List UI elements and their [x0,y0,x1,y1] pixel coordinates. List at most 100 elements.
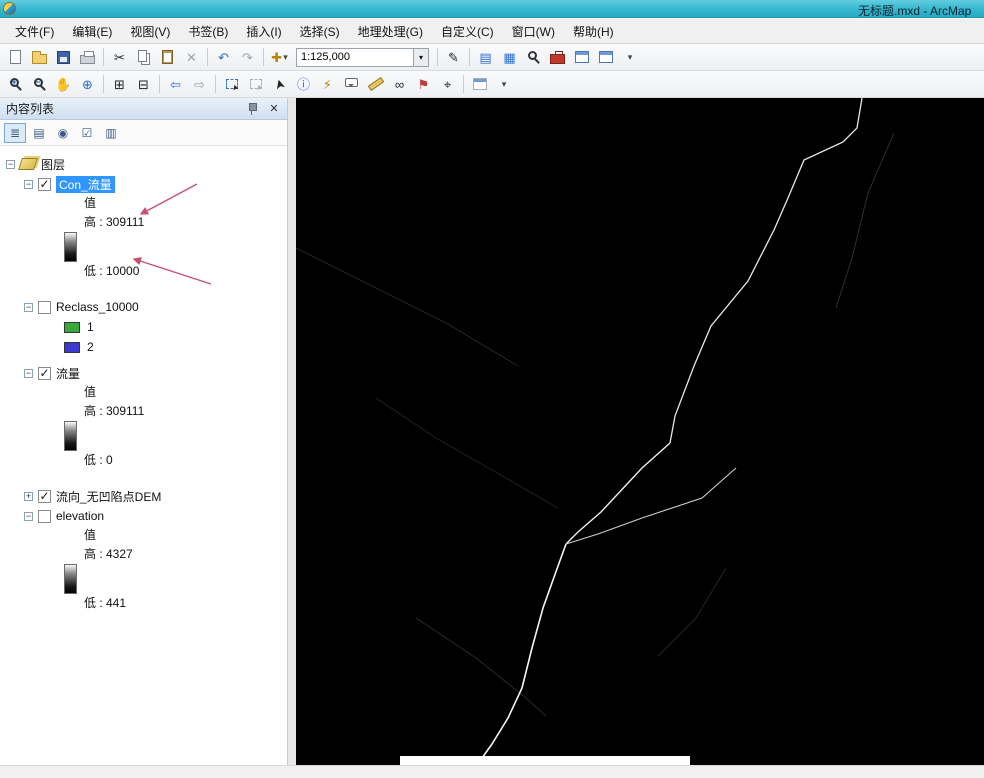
map-scale-dropdown-button[interactable]: ▾ [414,47,429,67]
print-icon [80,50,95,64]
menu-insert[interactable]: 插入(I) [237,19,290,44]
undo-button[interactable]: ↶ [212,46,235,68]
python-window-button[interactable] [570,46,593,68]
layer-item-elevation[interactable]: − elevation [24,506,287,526]
menu-view[interactable]: 视图(V) [121,19,179,44]
arctoolbox-icon [550,50,565,64]
save-button[interactable] [52,46,75,68]
layer-checkbox[interactable] [38,300,51,314]
delete-button[interactable]: ✕ [180,46,203,68]
new-document-button[interactable] [4,46,27,68]
panel-splitter[interactable] [288,98,296,765]
toc-panel-title: 内容列表 [6,102,55,116]
table-of-contents-button[interactable]: ▤ [474,46,497,68]
map-canvas[interactable] [296,98,984,765]
layer-item-con[interactable]: − ✓ Con_流量 [24,174,287,194]
layer-name-con[interactable]: Con_流量 [56,175,115,193]
go-forward-extent-button[interactable]: ⇨ [188,73,211,95]
menu-help[interactable]: 帮助(H) [564,19,623,44]
forward-arrow-icon: ⇨ [194,76,205,92]
collapse-toggle-icon[interactable]: − [24,511,33,521]
status-bar [0,765,984,778]
go-back-extent-button[interactable]: ⇦ [164,73,187,95]
layer-item-flowdir[interactable]: + ✓ 流向_无凹陷点DEM [24,486,287,506]
collapse-toggle-icon[interactable]: − [24,368,33,378]
editor-toolbar-button[interactable]: ✎ [442,46,465,68]
toc-options-button[interactable]: ▥ [100,123,122,143]
layer-item-flow[interactable]: − ✓ 流量 [24,363,287,383]
add-data-button[interactable]: ✚ ▾ [268,46,291,68]
fixed-zoom-in-button[interactable]: ⊞ [108,73,131,95]
menu-bar: 文件(F) 编辑(E) 视图(V) 书签(B) 插入(I) 选择(S) 地理处理… [0,19,984,44]
toc-root-layers[interactable]: − 图层 [6,154,287,174]
menu-windows[interactable]: 窗口(W) [503,19,564,44]
layer-item-reclass[interactable]: − Reclass_10000 [24,297,287,317]
menu-geoprocessing[interactable]: 地理处理(G) [349,19,432,44]
redo-button[interactable]: ↷ [236,46,259,68]
clear-selection-button[interactable] [244,73,267,95]
class-color-swatch [64,341,80,353]
color-ramp [64,232,77,262]
layer-checkbox[interactable]: ✓ [38,366,51,380]
paste-button[interactable] [156,46,179,68]
menu-customize[interactable]: 自定义(C) [432,19,503,44]
html-popup-button[interactable] [340,73,363,95]
menu-file[interactable]: 文件(F) [6,19,63,44]
arctoolbox-button[interactable] [546,46,569,68]
fixed-zoom-out-button[interactable]: ⊟ [132,73,155,95]
layer-name-flowdir[interactable]: 流向_无凹陷点DEM [56,488,161,505]
collapse-toggle-icon[interactable]: − [24,302,33,312]
layer-name-reclass[interactable]: Reclass_10000 [56,300,139,314]
hyperlink-button[interactable]: ⚡ [316,73,339,95]
full-extent-button[interactable]: ⊕ [76,73,99,95]
separator [463,75,464,93]
modelbuilder-button[interactable] [594,46,617,68]
select-features-button[interactable] [220,73,243,95]
measure-button[interactable] [364,73,387,95]
pin-icon[interactable] [245,102,259,116]
viewer-window-button[interactable] [468,73,491,95]
menu-edit[interactable]: 编辑(E) [63,19,121,44]
print-button[interactable] [76,46,99,68]
layer-name-flow[interactable]: 流量 [56,365,80,382]
separator [103,75,104,93]
expand-toggle-icon[interactable]: + [24,491,33,501]
collapse-toggle-icon[interactable]: − [6,159,15,169]
layer-group-label[interactable]: 图层 [41,156,65,173]
separator [469,48,470,66]
find-button[interactable]: ∞ [388,73,411,95]
layer-checkbox[interactable]: ✓ [38,489,51,503]
go-to-xy-button[interactable]: ⌖ [436,73,459,95]
search-window-button[interactable] [522,46,545,68]
map-scale-input[interactable] [296,47,414,67]
layer-checkbox[interactable]: ✓ [38,177,51,191]
color-ramp [64,421,77,451]
toolbar-options-button[interactable]: ▾ [618,46,641,68]
list-by-selection-button[interactable]: ☑ [76,123,98,143]
popup-bubble-icon [345,78,358,87]
menu-bookmarks[interactable]: 书签(B) [179,19,237,44]
menu-selection[interactable]: 选择(S) [291,19,349,44]
layer-checkbox[interactable] [38,509,51,523]
open-button[interactable] [28,46,51,68]
pan-hand-icon: ✋ [55,76,72,92]
toolbar-options-button[interactable]: ▾ [492,73,515,95]
list-by-visibility-button[interactable]: ◉ [52,123,74,143]
cut-button[interactable]: ✂ [108,46,131,68]
separator [263,48,264,66]
zoom-out-button[interactable]: − [28,73,51,95]
list-by-source-button[interactable]: ▤ [28,123,50,143]
list-by-drawing-order-button[interactable]: ≣ [4,122,26,143]
collapse-toggle-icon[interactable]: − [24,179,33,189]
copy-button[interactable] [132,46,155,68]
pan-button[interactable]: ✋ [52,73,75,95]
chevron-down-icon: ▾ [627,51,633,62]
find-route-button[interactable]: ⚑ [412,73,435,95]
close-icon[interactable]: ✕ [267,102,281,115]
catalog-window-button[interactable]: ▦ [498,46,521,68]
select-elements-button[interactable]: ➤ [268,73,291,95]
layer-name-elevation[interactable]: elevation [56,509,104,523]
zoom-in-button[interactable]: + [4,73,27,95]
identify-button[interactable]: ⓘ [292,73,315,95]
fixed-zoom-in-icon: ⊞ [114,76,125,92]
